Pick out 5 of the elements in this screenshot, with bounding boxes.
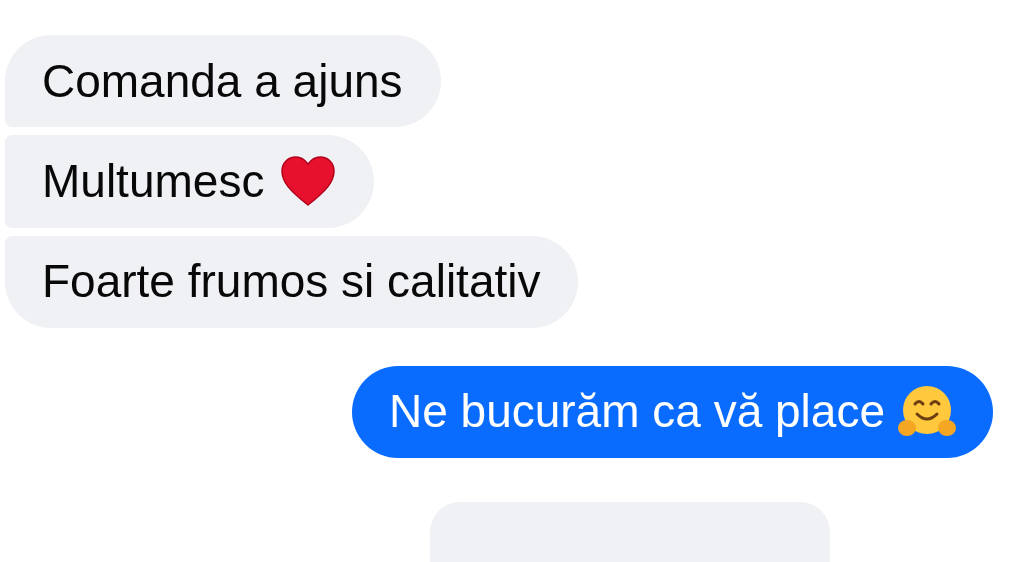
message-text: Multumesc [42, 153, 265, 209]
message-text: Foarte frumos si calitativ [42, 254, 541, 310]
message-text: Comanda a ajuns [42, 53, 403, 109]
message-text: Ne bucurăm ca vă place [388, 384, 885, 440]
heart-icon [280, 155, 337, 208]
